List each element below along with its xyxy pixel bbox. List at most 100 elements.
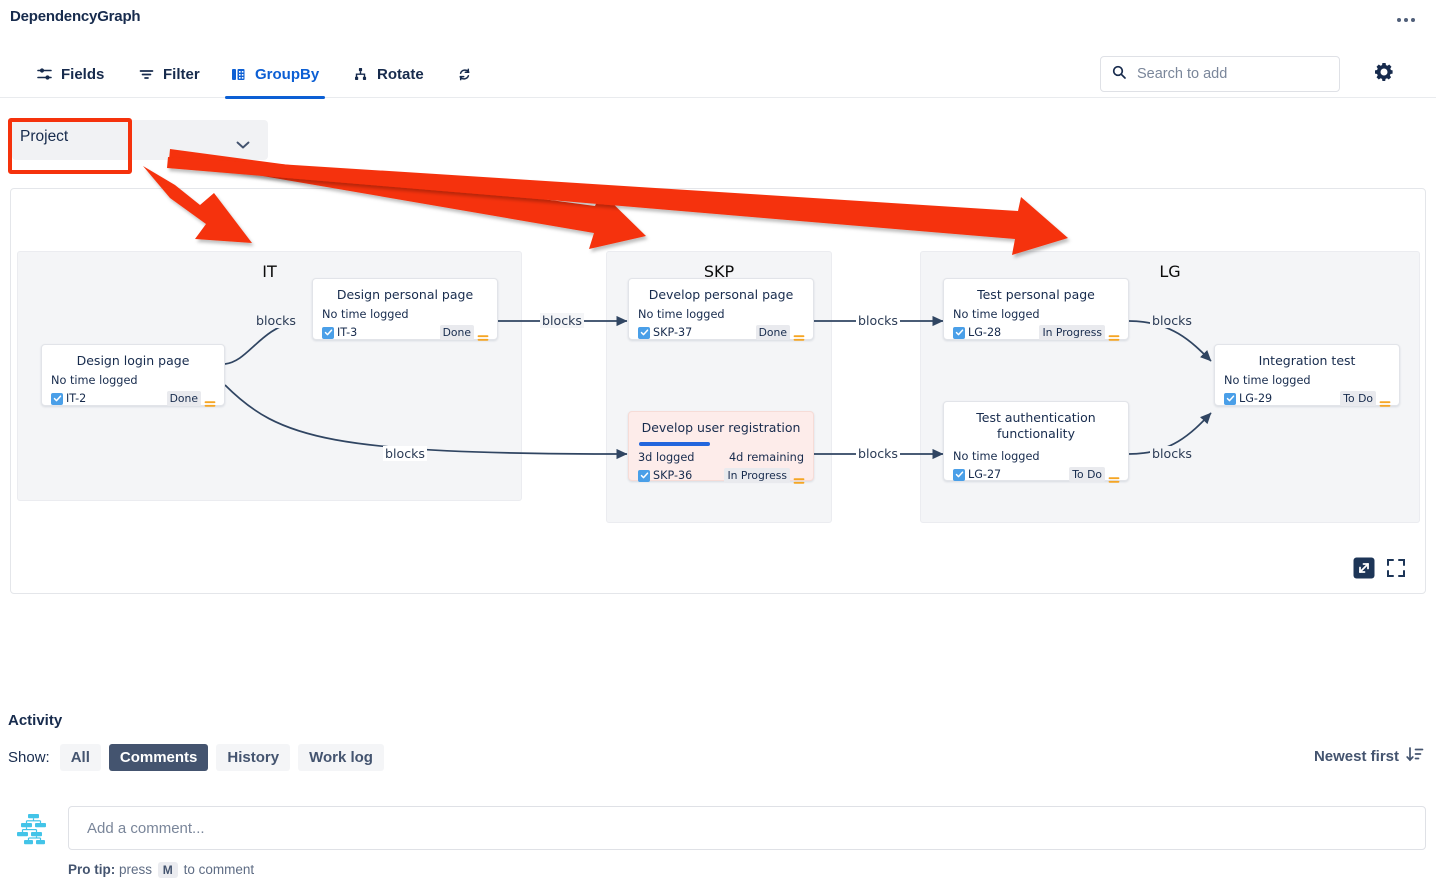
card-footer: LG-28 In Progress — [944, 321, 1128, 347]
expand-diagonal-icon[interactable] — [1353, 557, 1375, 579]
search-box[interactable] — [1100, 56, 1340, 92]
gear-icon — [1373, 61, 1395, 88]
status-badge: Done — [755, 325, 790, 340]
edge-label: blocks — [856, 313, 900, 328]
issue-key[interactable]: LG-28 — [953, 326, 1001, 339]
activity-filter-comments[interactable]: Comments — [108, 744, 209, 771]
issue-key-label: SKP-37 — [653, 326, 693, 339]
issue-key[interactable]: IT-3 — [322, 326, 357, 339]
issue-key[interactable]: LG-27 — [953, 468, 1001, 481]
pro-tip-suffix: to comment — [183, 862, 255, 877]
card-time-logged: 3d logged — [638, 451, 695, 464]
issue-key[interactable]: SKP-36 — [638, 469, 692, 482]
issue-key-label: LG-28 — [968, 326, 1002, 339]
toolbar-item-rotate[interactable]: Rotate — [352, 50, 424, 98]
issue-key[interactable]: IT-2 — [51, 392, 86, 405]
issue-card[interactable]: Test authentication functionality No tim… — [943, 401, 1129, 483]
status-badge: Done — [439, 325, 474, 340]
toolbar-item-filter[interactable]: Filter — [138, 50, 200, 98]
groupby-icon — [230, 66, 247, 83]
issue-key[interactable]: SKP-37 — [638, 326, 692, 339]
pro-tip-prefix: Pro tip: — [68, 862, 116, 877]
toolbar-item-label: GroupBy — [255, 65, 320, 83]
status-group: Done — [439, 325, 489, 341]
issue-key-label: LG-27 — [968, 468, 1002, 481]
activity-filter-all[interactable]: All — [59, 744, 101, 771]
issue-key-label: IT-3 — [337, 326, 358, 339]
card-title: Test personal page — [977, 287, 1095, 302]
card-meta: No time logged — [1215, 369, 1399, 387]
edge-label: blocks — [254, 313, 298, 328]
card-meta: No time logged — [629, 303, 813, 321]
card-title: Integration test — [1258, 353, 1356, 368]
comment-input-wrapper[interactable] — [68, 806, 1426, 850]
fullscreen-icon[interactable] — [1385, 557, 1407, 579]
card-time-logged: No time logged — [51, 374, 138, 387]
search-icon — [1111, 64, 1127, 85]
status-group: Done — [166, 391, 216, 407]
toolbar-item-fields[interactable]: Fields — [36, 50, 104, 98]
card-meta: No time logged — [42, 369, 224, 387]
edge-label: blocks — [1150, 313, 1194, 328]
priority-medium-icon — [477, 328, 489, 341]
card-time-remaining: 4d remaining — [729, 451, 804, 464]
show-label: Show: — [8, 749, 50, 766]
issue-card[interactable]: Design login page No time logged IT-2 Do… — [41, 344, 225, 407]
chevron-down-icon[interactable] — [236, 136, 250, 149]
activity-heading: Activity — [8, 712, 63, 729]
toolbar-item-label: Filter — [163, 65, 200, 83]
search-input[interactable] — [1135, 65, 1325, 83]
checkbox-checked-icon — [51, 392, 63, 405]
dot — [1404, 18, 1408, 22]
status-badge: In Progress — [724, 468, 790, 483]
toolbar-item-groupby[interactable]: GroupBy — [225, 50, 325, 99]
card-time-logged: No time logged — [1224, 374, 1311, 387]
groupby-selected-value: Project — [20, 128, 69, 145]
settings-button[interactable] — [1370, 60, 1398, 88]
edge-label: blocks — [383, 446, 427, 461]
card-footer: LG-29 To Do — [1215, 387, 1399, 413]
status-badge: To Do — [1069, 467, 1105, 482]
card-footer: SKP-36 In Progress — [629, 464, 813, 490]
issue-card[interactable]: Test personal page No time logged LG-28 … — [943, 278, 1129, 341]
card-meta: 3d logged 4d remaining — [629, 446, 813, 464]
pro-tip-mid: press — [119, 862, 153, 877]
toolbar-item-label: Rotate — [377, 65, 424, 83]
issue-card-highlighted[interactable]: Develop user registration 3d logged 4d r… — [628, 411, 814, 484]
issue-key-label: LG-29 — [1239, 392, 1273, 405]
priority-medium-icon — [204, 394, 216, 407]
dot — [1411, 18, 1416, 22]
activity-filter-history[interactable]: History — [216, 744, 291, 771]
toolbar-item-label: Fields — [61, 65, 105, 83]
status-group: In Progress — [724, 468, 805, 484]
issue-key-label: SKP-36 — [653, 469, 693, 482]
comment-input[interactable] — [85, 818, 1409, 838]
card-footer: IT-2 Done — [42, 387, 224, 413]
card-title: Design login page — [76, 353, 190, 368]
issue-key[interactable]: LG-29 — [1224, 392, 1272, 405]
fields-icon — [36, 66, 53, 83]
priority-medium-icon — [1108, 470, 1120, 483]
activity-filter-row: Show: All Comments History Work log — [8, 744, 384, 771]
edge-label: blocks — [1150, 446, 1194, 461]
issue-card[interactable]: Design personal page No time logged IT-3… — [312, 278, 498, 341]
checkbox-checked-icon — [953, 468, 965, 481]
card-title: Develop personal page — [648, 287, 794, 302]
card-footer: SKP-37 Done — [629, 321, 813, 347]
more-options-button[interactable] — [1390, 8, 1422, 32]
status-group: To Do — [1340, 391, 1391, 407]
activity-sort-button[interactable]: Newest first — [1314, 746, 1424, 766]
activity-filter-worklog[interactable]: Work log — [298, 744, 384, 771]
card-footer: LG-27 To Do — [944, 463, 1128, 489]
card-title: Develop user registration — [641, 420, 801, 435]
page-title: DependencyGraph — [10, 8, 141, 25]
status-badge: In Progress — [1039, 325, 1105, 340]
edge-label: blocks — [856, 446, 900, 461]
card-footer: IT-3 Done — [313, 321, 497, 347]
status-badge: To Do — [1340, 391, 1376, 406]
checkbox-checked-icon — [638, 326, 650, 339]
issue-card[interactable]: Integration test No time logged LG-29 To… — [1214, 344, 1400, 407]
checkbox-checked-icon — [638, 469, 650, 482]
issue-card[interactable]: Develop personal page No time logged SKP… — [628, 278, 814, 341]
refresh-button[interactable] — [456, 50, 473, 98]
